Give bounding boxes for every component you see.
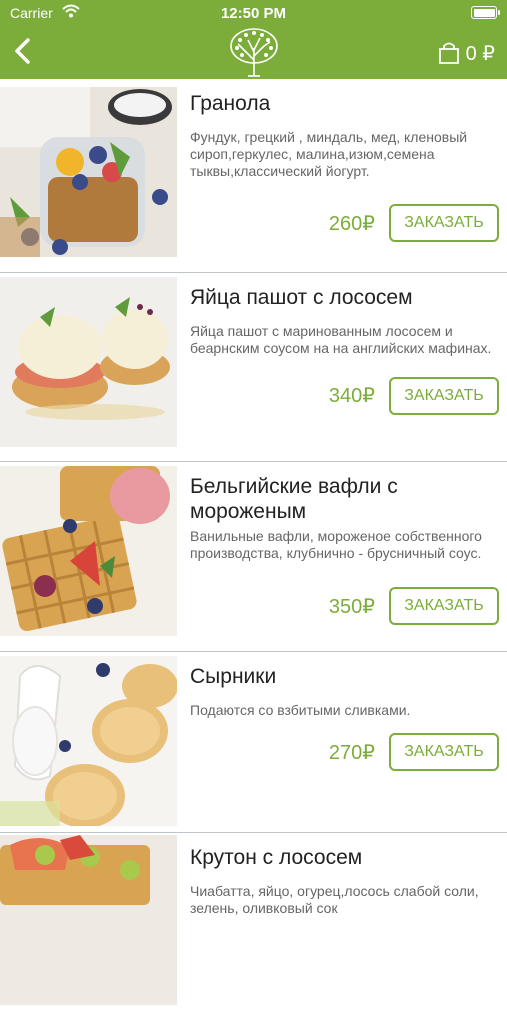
order-button[interactable]: ЗАКАЗАТЬ <box>389 733 499 771</box>
back-chevron-icon[interactable] <box>8 33 38 69</box>
syrniki-image <box>0 656 177 826</box>
status-bar: Carrier 12:50 PM <box>0 0 507 28</box>
item-description: Ванильные вафли, мороженое собственного … <box>190 528 482 561</box>
poached-eggs-image <box>0 277 177 447</box>
item-description: Чиабатта, яйцо, огурец,лосось слабой сол… <box>190 883 479 916</box>
list-item[interactable]: Крутон с лососем Чиабатта, яйцо, огурец,… <box>0 833 507 1019</box>
list-item[interactable]: Сырники Подаются со взбитыми сливками. 2… <box>0 652 507 833</box>
top-bar: Carrier 12:50 PM 0 ₽ <box>0 0 507 79</box>
item-title: Бельгийские вафли с мороженым <box>190 475 398 523</box>
order-button[interactable]: ЗАКАЗАТЬ <box>389 587 499 625</box>
shopping-bag-icon <box>438 42 459 64</box>
item-description: Яйца пашот с маринованным лососем и беар… <box>190 323 492 356</box>
order-button[interactable]: ЗАКАЗАТЬ <box>389 204 499 242</box>
list-item[interactable]: Яйца пашот с лососем Яйца пашот с марино… <box>0 273 507 462</box>
granola-image <box>0 87 177 257</box>
waffles-image <box>0 466 177 636</box>
tree-logo-icon <box>230 28 278 77</box>
item-title: Крутон с лососем <box>190 846 363 869</box>
item-description: Фундук, грецкий , миндаль, мед, кленовый… <box>190 129 468 179</box>
crouton-image <box>0 835 177 1005</box>
cart-button[interactable]: 0 ₽ <box>438 40 495 66</box>
order-button[interactable]: ЗАКАЗАТЬ <box>389 377 499 415</box>
item-description: Подаются со взбитыми сливками. <box>190 702 411 718</box>
status-time: 12:50 PM <box>220 5 287 22</box>
item-title: Сырники <box>190 665 277 688</box>
item-price: 350₽ <box>328 596 375 618</box>
list-item[interactable]: Бельгийские вафли с мороженым Ванильные … <box>0 462 507 652</box>
item-title: Гранола <box>190 92 271 115</box>
cart-amount: 0 ₽ <box>465 42 495 65</box>
item-price: 340₽ <box>328 385 375 407</box>
item-title: Яйца пашот с лососем <box>190 286 413 309</box>
item-price: 270₽ <box>328 742 375 764</box>
list-item[interactable]: Гранола Фундук, грецкий , миндаль, мед, … <box>0 79 507 273</box>
battery-icon <box>471 6 500 19</box>
menu-list: Гранола Фундук, грецкий , миндаль, мед, … <box>0 79 507 1019</box>
item-price: 260₽ <box>328 213 375 235</box>
